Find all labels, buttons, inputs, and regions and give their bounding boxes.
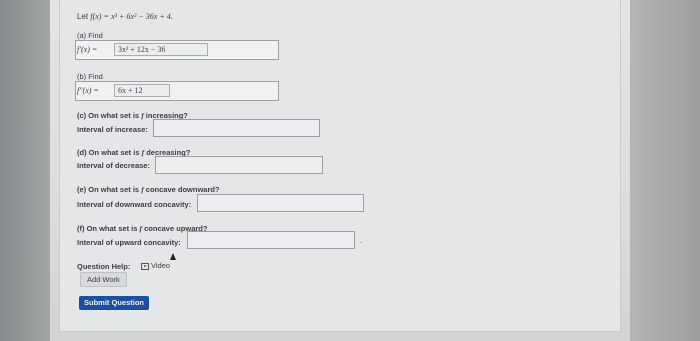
interval-increase-input[interactable] [153,119,320,137]
interval-upward-concavity-input[interactable] [187,231,355,249]
question-help-label: Question Help: [77,262,131,271]
part-f-prefix: (f) On what set is [77,224,138,233]
part-a-label: (a) Find [77,31,103,40]
part-c-f: f [141,111,144,120]
part-a-container: f′(x) = 3x² + 12x − 36 [75,40,279,60]
interval-downward-concavity-input[interactable] [197,194,364,212]
part-e-field-label: Interval of downward concavity: [77,200,192,209]
part-e-suffix: concave downward? [145,185,220,194]
part-e-question: (e) On what set is f concave downward? [77,185,220,194]
add-work-button[interactable]: Add Work [80,272,127,287]
problem-intro: Let [77,12,89,21]
part-f-field-label: Interval of upward concavity: [77,238,181,247]
part-e-prefix: (e) On what set is [77,185,140,194]
part-c-prefix: (c) On what set is [77,111,140,120]
mouse-cursor-icon [170,253,176,260]
part-d-f: f [141,148,145,157]
question-panel: Let f(x) = x³ + 6x² − 36x + 4. (a) Find … [50,0,630,341]
part-f-trailing: . [360,236,363,245]
video-label: Video [151,261,171,270]
part-c-field-label: Interval of increase: [77,125,148,134]
part-a-answer[interactable]: 3x² + 12x − 36 [114,43,208,56]
submit-question-button[interactable]: Submit Question [79,296,149,310]
part-b-container: f″(x) = 6x + 12 [75,81,279,101]
part-f-f: f [139,224,143,233]
part-a-lhs: f′(x) = [77,45,98,54]
question-help: Question Help: [77,262,130,271]
function-rhs: x³ + 6x² − 36x + 4. [111,12,173,21]
video-link[interactable]: Video [141,261,170,270]
part-d-field-label: Interval of decrease: [77,161,150,170]
part-b-lhs: f″(x) = [77,86,99,95]
part-d-prefix: (d) On what set is [77,148,140,157]
video-icon [141,262,149,270]
question-body: Let f(x) = x³ + 6x² − 36x + 4. (a) Find … [59,0,621,332]
problem-statement: Let f(x) = x³ + 6x² − 36x + 4. [77,12,173,21]
part-b-answer[interactable]: 6x + 12 [114,84,170,97]
background-right [630,0,700,341]
part-b-label: (b) Find [77,72,103,81]
part-e-f: f [141,185,144,194]
function-lhs: f(x) = [90,12,109,21]
interval-decrease-input[interactable] [155,156,323,174]
background-left [0,0,50,341]
